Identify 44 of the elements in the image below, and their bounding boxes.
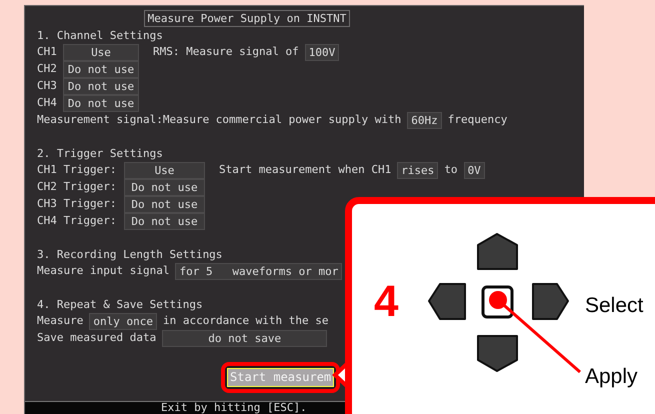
setting-field[interactable]: Do not use [63, 95, 139, 112]
setting-text: in accordance with the se [162, 313, 329, 330]
setting-field[interactable]: Do not use [63, 78, 139, 95]
setting-field[interactable]: Use [63, 44, 139, 61]
setting-text: Measurement signal:Measure commercial power supply with [37, 112, 402, 128]
channel-label: CH2 [37, 61, 58, 78]
setting-field[interactable]: Do not use [63, 61, 139, 78]
setting-text: frequency [448, 112, 508, 128]
setting-field[interactable]: Use [124, 162, 205, 179]
setting-field[interactable]: 100V [304, 44, 340, 61]
setting-field[interactable]: 60Hz [407, 112, 442, 129]
channel-label: CH4 Trigger: [37, 213, 118, 230]
setting-text: RMS: Measure signal of [153, 44, 299, 60]
setting-text: Measure [37, 313, 84, 330]
left-key-icon [428, 283, 466, 320]
step-number: 4 [374, 280, 398, 324]
channel-label: CH3 Trigger: [37, 196, 118, 212]
setting-field[interactable]: Do not use [124, 179, 205, 196]
setting-field[interactable]: Do not use [124, 213, 205, 230]
apply-label: Apply [585, 364, 638, 390]
channel-label: CH1 [37, 44, 58, 60]
setting-text: Measure input signal [37, 263, 170, 280]
channel-label: CH4 [37, 95, 58, 112]
channel-label: CH1 Trigger: [37, 162, 118, 178]
up-key-icon [477, 233, 518, 270]
setting-field[interactable]: do not save [162, 330, 328, 347]
section-heading: 1. Channel Settings [37, 28, 163, 44]
down-key-icon [477, 335, 518, 372]
dialog-title: Measure Power Supply on INSTNT [144, 10, 350, 27]
channel-label: CH2 Trigger: [37, 179, 118, 196]
setting-field[interactable]: rises [397, 162, 438, 179]
section-heading: 2. Trigger Settings [37, 146, 163, 162]
setting-text: to [444, 162, 458, 178]
section-heading: 4. Repeat & Save Settings [37, 297, 203, 313]
setting-field[interactable]: only once [89, 313, 157, 330]
setting-field[interactable]: for 5 waveforms or mor [175, 263, 342, 280]
setting-field[interactable]: 0V [464, 162, 485, 179]
setting-field[interactable]: Do not use [124, 196, 205, 213]
section-heading: 3. Recording Length Settings [37, 247, 222, 263]
setting-text: Start measurement when CH1 [219, 162, 392, 178]
select-label: Select [585, 293, 644, 319]
right-key-icon [532, 283, 569, 320]
channel-label: CH3 [37, 78, 58, 94]
setting-text: Save measured data [37, 330, 156, 346]
